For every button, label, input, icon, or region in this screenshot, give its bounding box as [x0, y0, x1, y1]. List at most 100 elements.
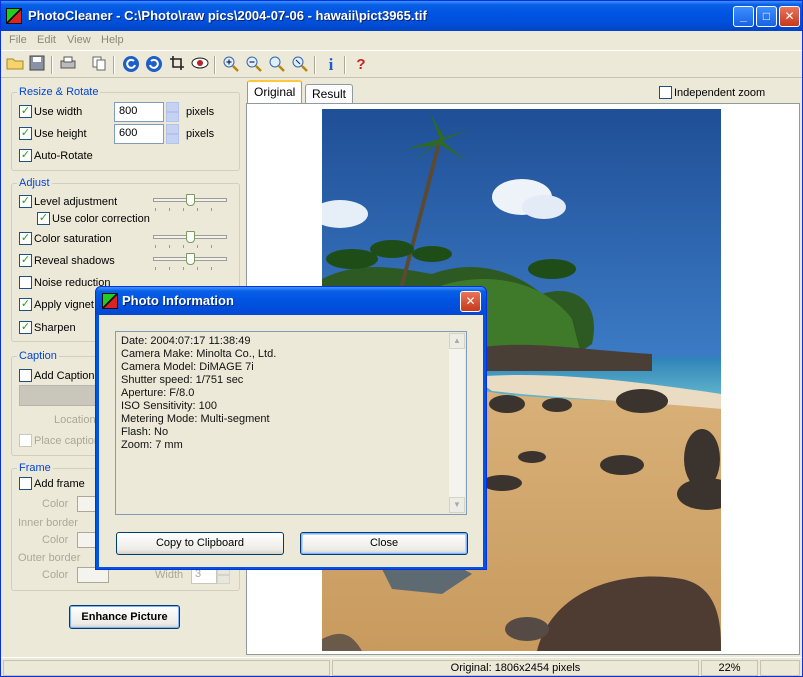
adjust-legend: Adjust [17, 177, 52, 189]
dialog-app-icon [102, 293, 118, 309]
height-input[interactable]: 600 [114, 124, 164, 144]
zoom-fit-icon[interactable] [267, 55, 287, 75]
app-icon [6, 8, 22, 24]
status-original-size: Original: 1806x2454 pixels [332, 660, 699, 676]
title-bar[interactable]: PhotoCleaner - C:\Photo\raw pics\2004-07… [1, 1, 802, 31]
apply-vignet-label: Apply vignet [34, 299, 94, 311]
photocleaner-window: PhotoCleaner - C:\Photo\raw pics\2004-07… [0, 0, 803, 677]
enhance-picture-button[interactable]: Enhance Picture [69, 605, 180, 629]
info-scrollbar[interactable]: ▲ ▼ [449, 333, 465, 513]
color-saturation-label: Color saturation [34, 233, 112, 245]
dialog-close-button[interactable]: ✕ [460, 291, 481, 312]
toolbar-separator [51, 56, 53, 74]
caption-legend: Caption [17, 350, 59, 362]
inner-border-color-label: Color [42, 534, 69, 546]
frame-color-label: Color [42, 498, 69, 510]
independent-zoom-label: Independent zoom [674, 87, 766, 99]
add-frame-checkbox[interactable] [19, 477, 32, 490]
color-saturation-slider[interactable] [153, 231, 227, 249]
add-caption-label: Add Caption [34, 370, 95, 382]
maximize-button[interactable]: □ [756, 6, 777, 27]
info-line: Metering Mode: Multi-segment [121, 413, 270, 425]
sharpen-label: Sharpen [34, 322, 76, 334]
height-spinner[interactable] [166, 124, 179, 144]
color-saturation-checkbox[interactable]: ✓ [19, 232, 32, 245]
menu-help[interactable]: Help [101, 34, 124, 46]
scroll-down-arrow-icon[interactable]: ▼ [449, 497, 465, 513]
toolbar-separator [214, 56, 216, 74]
toolbar: i ? [1, 50, 802, 78]
dialog-body: Date: 2004:07:17 11:38:49 Camera Make: M… [99, 315, 483, 567]
copy-to-clipboard-button[interactable]: Copy to Clipboard [116, 532, 284, 555]
add-caption-checkbox[interactable] [19, 369, 32, 382]
copy-icon[interactable] [89, 55, 109, 75]
color-correction-checkbox[interactable]: ✓ [37, 212, 50, 225]
menu-view[interactable]: View [67, 34, 91, 46]
info-line: Shutter speed: 1/751 sec [121, 374, 244, 386]
rotate-left-icon[interactable] [121, 55, 141, 75]
outer-border-label: Outer border [18, 552, 81, 564]
zoom-out-icon[interactable] [244, 55, 264, 75]
auto-rotate-label: Auto-Rotate [34, 150, 93, 162]
tab-result[interactable]: Result [305, 84, 354, 104]
info-line: Flash: No [121, 426, 169, 438]
width-spinner[interactable] [166, 102, 179, 122]
info-line: Camera Model: DiMAGE 7i [121, 361, 254, 373]
print-icon[interactable] [58, 55, 78, 75]
scroll-up-arrow-icon[interactable]: ▲ [449, 333, 465, 349]
dialog-title-bar[interactable]: Photo Information ✕ [96, 287, 486, 315]
menu-file[interactable]: File [9, 34, 27, 46]
eye-icon[interactable] [190, 55, 210, 75]
place-caption-checkbox[interactable] [19, 434, 32, 447]
level-adjustment-slider[interactable] [153, 194, 227, 212]
apply-vignet-checkbox[interactable]: ✓ [19, 298, 32, 311]
menu-edit[interactable]: Edit [37, 34, 56, 46]
status-cell-grip [760, 660, 800, 676]
level-adjustment-checkbox[interactable]: ✓ [19, 195, 32, 208]
use-height-label: Use height [34, 128, 87, 140]
status-cell-empty [3, 660, 330, 676]
outer-border-color-label: Color [42, 569, 69, 581]
reveal-shadows-slider[interactable] [153, 253, 227, 271]
toolbar-separator [314, 56, 316, 74]
frame-legend: Frame [17, 462, 53, 474]
photo-info-textbox[interactable]: Date: 2004:07:17 11:38:49 Camera Make: M… [115, 331, 467, 515]
minimize-button[interactable]: _ [733, 6, 754, 27]
info-line: Aperture: F/8.0 [121, 387, 195, 399]
caption-location-label: Location [54, 414, 96, 426]
use-width-checkbox[interactable]: ✓ [19, 105, 32, 118]
crop-icon[interactable] [167, 55, 187, 75]
save-icon[interactable] [27, 55, 47, 75]
color-correction-label: Use color correction [52, 213, 150, 225]
status-bar: Original: 1806x2454 pixels 22% [1, 657, 802, 676]
info-line: ISO Sensitivity: 100 [121, 400, 217, 412]
open-folder-icon[interactable] [5, 55, 25, 75]
info-line: Zoom: 7 mm [121, 439, 183, 451]
resize-rotate-legend: Resize & Rotate [17, 86, 101, 98]
use-height-checkbox[interactable]: ✓ [19, 127, 32, 140]
dialog-title: Photo Information [122, 293, 234, 308]
zoom-in-icon[interactable] [221, 55, 241, 75]
height-unit: pixels [186, 128, 215, 140]
tab-original[interactable]: Original [247, 80, 303, 104]
window-title: PhotoCleaner - C:\Photo\raw pics\2004-07… [28, 8, 427, 23]
dialog-close-action-button[interactable]: Close [300, 532, 468, 555]
independent-zoom-checkbox[interactable] [659, 86, 672, 99]
rotate-right-icon[interactable] [144, 55, 164, 75]
reveal-shadows-checkbox[interactable]: ✓ [19, 254, 32, 267]
close-button[interactable]: ✕ [779, 6, 800, 27]
level-adjustment-label: Level adjustment [34, 196, 118, 208]
use-width-label: Use width [34, 106, 83, 118]
auto-rotate-checkbox[interactable]: ✓ [19, 149, 32, 162]
width-input[interactable]: 800 [114, 102, 164, 122]
add-frame-label: Add frame [34, 478, 85, 490]
toolbar-separator [113, 56, 115, 74]
help-icon[interactable]: ? [351, 55, 371, 75]
zoom-actual-icon[interactable] [290, 55, 310, 75]
info-icon[interactable]: i [321, 55, 341, 75]
inner-border-label: Inner border [18, 517, 78, 529]
sharpen-checkbox[interactable]: ✓ [19, 321, 32, 334]
noise-reduction-checkbox[interactable] [19, 276, 32, 289]
frame-width-label: Width [155, 569, 184, 581]
reveal-shadows-label: Reveal shadows [34, 255, 115, 267]
